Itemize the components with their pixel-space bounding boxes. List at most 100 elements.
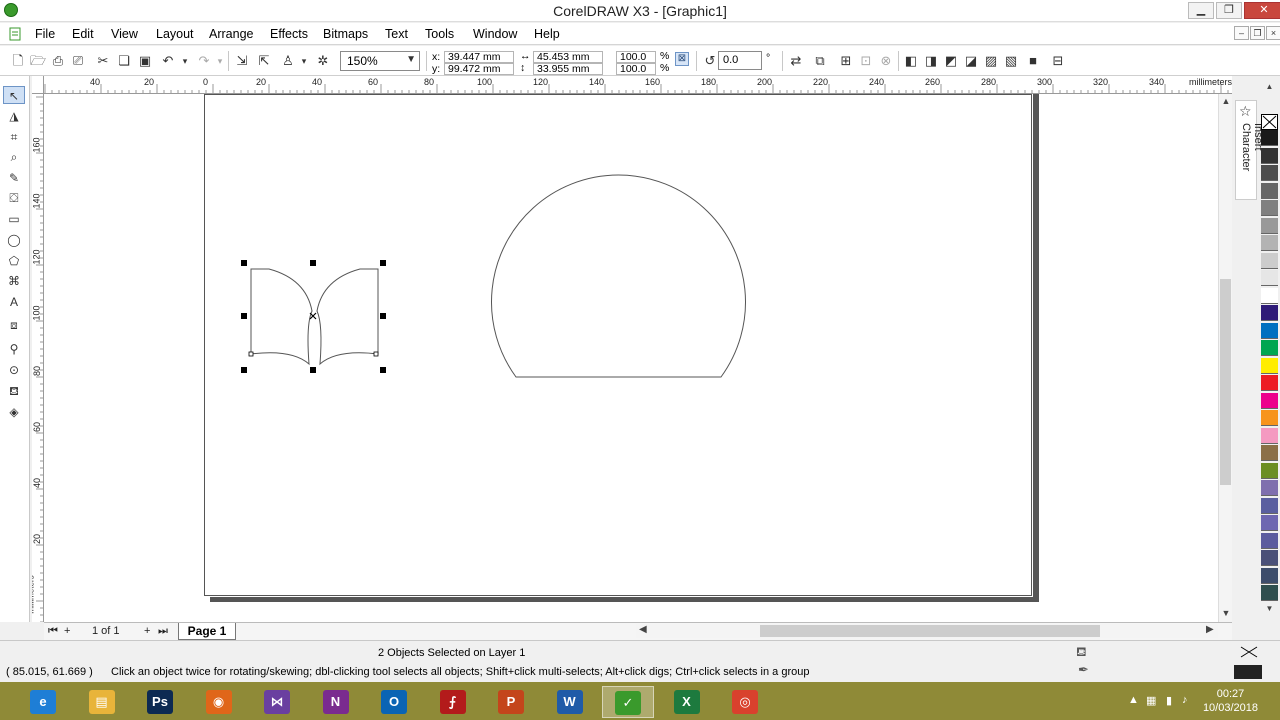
taskbar-acrobat-button[interactable]: ⨍ xyxy=(427,686,479,718)
undo-dropdown-icon[interactable]: ▾ xyxy=(177,53,193,69)
y-position-input[interactable]: 99.472 mm xyxy=(444,63,514,75)
menu-text[interactable]: Text xyxy=(385,27,408,41)
color-swatch[interactable] xyxy=(1261,532,1278,549)
front-minus-back-icon[interactable]: ▨ xyxy=(983,53,999,69)
menu-bitmaps[interactable]: Bitmaps xyxy=(323,27,368,41)
print-icon[interactable]: ⎚ xyxy=(70,53,86,69)
color-swatch[interactable] xyxy=(1261,585,1278,601)
ellipse-tool-icon[interactable]: ◯ xyxy=(3,231,25,249)
horizontal-ruler[interactable]: 40 20 0 20 40 60 80 100 120 140 160 180 … xyxy=(44,76,1232,94)
lock-ratio-icon[interactable]: ⊠ xyxy=(675,52,689,66)
color-swatch[interactable] xyxy=(1261,270,1278,286)
scroll-left-icon[interactable]: ◀ xyxy=(639,624,647,635)
color-swatch[interactable] xyxy=(1261,252,1278,269)
shape-tool-icon[interactable]: ◮ xyxy=(3,107,25,125)
close-button[interactable]: ✕ xyxy=(1244,2,1280,19)
taskbar-coreldraw-button[interactable]: ✓ xyxy=(602,686,654,718)
zoom-level-select[interactable]: 150% ▼ xyxy=(340,51,420,71)
vertical-scroll-thumb[interactable] xyxy=(1220,279,1231,485)
smart-fill-tool-icon[interactable]: ⛋ xyxy=(3,189,25,207)
basic-shapes-tool-icon[interactable]: ⌘ xyxy=(3,272,25,290)
add-page-before-icon[interactable]: + xyxy=(64,625,70,637)
color-swatch[interactable] xyxy=(1261,515,1278,531)
no-color-swatch[interactable] xyxy=(1261,114,1278,130)
menu-effects[interactable]: Effects xyxy=(270,27,308,41)
taskbar-excel-button[interactable]: X xyxy=(661,686,713,718)
menu-layout[interactable]: Layout xyxy=(156,27,194,41)
color-swatch[interactable] xyxy=(1261,375,1278,391)
open-icon[interactable]: 🗁 xyxy=(30,53,46,69)
pick-tool-icon[interactable]: ↖ xyxy=(3,86,25,104)
color-swatch[interactable] xyxy=(1261,130,1278,146)
paste-icon[interactable]: ▣ xyxy=(137,53,153,69)
welcome-screen-icon[interactable]: ✲ xyxy=(315,53,331,69)
show-hidden-icons-icon[interactable]: ▲ xyxy=(1128,694,1139,706)
undo-icon[interactable]: ↶ xyxy=(160,53,176,69)
color-swatch[interactable] xyxy=(1261,217,1278,234)
color-swatch[interactable] xyxy=(1261,357,1278,374)
system-clock[interactable]: 00:27 10/03/2018 xyxy=(1203,687,1258,715)
taskbar-word-button[interactable]: W xyxy=(544,686,596,718)
color-swatch[interactable] xyxy=(1261,235,1278,251)
taskbar-outlook-button[interactable]: O xyxy=(368,686,420,718)
create-boundary-icon[interactable]: ■ xyxy=(1025,53,1041,69)
back-minus-front-icon[interactable]: ▧ xyxy=(1003,53,1019,69)
doc-restore-button[interactable]: ❐ xyxy=(1250,26,1265,40)
freehand-tool-icon[interactable]: ✎ xyxy=(3,169,25,187)
color-swatch[interactable] xyxy=(1261,427,1278,444)
drawing-canvas[interactable] xyxy=(44,94,1218,622)
menu-view[interactable]: View xyxy=(111,27,138,41)
simplify-icon[interactable]: ◪ xyxy=(963,53,979,69)
minimize-button[interactable]: ▁ xyxy=(1188,2,1214,19)
scale-y-input[interactable]: 100.0 xyxy=(616,63,656,75)
intersect-icon[interactable]: ◩ xyxy=(943,53,959,69)
interactive-fill-tool-icon[interactable]: ◈ xyxy=(3,403,25,421)
mirror-icon[interactable]: ⇄ xyxy=(788,53,804,69)
ruler-origin-corner[interactable] xyxy=(32,76,44,94)
fill-bucket-icon[interactable]: ⛾ xyxy=(1076,644,1087,662)
group-icon[interactable]: ⧉ xyxy=(812,53,828,69)
taskbar-explorer-button[interactable]: ▤ xyxy=(76,686,128,718)
launcher-dropdown-icon[interactable]: ▾ xyxy=(296,53,312,69)
scale-x-input[interactable]: 100.0 xyxy=(616,51,656,63)
insert-character-docker-tab[interactable]: ☆ Insert Character xyxy=(1235,100,1264,200)
last-page-icon[interactable]: ⏭ xyxy=(158,625,168,638)
object-width-input[interactable]: 45.453 mm xyxy=(533,51,603,63)
color-swatch[interactable] xyxy=(1261,410,1278,426)
polygon-tool-icon[interactable]: ⬠ xyxy=(3,252,25,270)
signal-icon[interactable]: ▮ xyxy=(1166,694,1172,707)
selection-handles[interactable] xyxy=(241,260,386,373)
color-swatch[interactable] xyxy=(1261,200,1278,216)
import-icon[interactable]: ⇲ xyxy=(234,53,250,69)
taskbar-photoshop-button[interactable]: Ps xyxy=(134,686,186,718)
scroll-right-icon[interactable]: ▶ xyxy=(1206,624,1214,635)
application-launcher-icon[interactable]: ♙ xyxy=(280,53,296,69)
palette-scroll-down-icon[interactable]: ▼ xyxy=(1261,604,1278,614)
color-swatch[interactable] xyxy=(1261,147,1278,164)
outline-tool-icon[interactable]: ⊙ xyxy=(3,361,25,379)
new-document-icon[interactable]: 🗋 xyxy=(10,53,26,69)
taskbar-visual-studio-button[interactable]: ⋈ xyxy=(251,686,303,718)
taskbar-powerpoint-button[interactable]: P xyxy=(485,686,537,718)
text-tool-icon[interactable]: A xyxy=(3,293,25,311)
crop-tool-icon[interactable]: ⌗ xyxy=(3,128,25,146)
ungroup-icon[interactable]: ⊞ xyxy=(838,53,854,69)
arch-shape[interactable] xyxy=(491,174,746,378)
menu-window[interactable]: Window xyxy=(473,27,517,41)
color-swatch[interactable] xyxy=(1261,182,1278,199)
book-shape[interactable] xyxy=(250,268,379,366)
scroll-down-icon[interactable]: ▼ xyxy=(1220,608,1232,620)
restore-button[interactable]: ❐ xyxy=(1216,2,1242,19)
page-tab-page-1[interactable]: Page 1 xyxy=(178,623,236,640)
trim-icon[interactable]: ◨ xyxy=(923,53,939,69)
color-swatch[interactable] xyxy=(1261,567,1278,584)
network-icon[interactable]: ▦ xyxy=(1146,694,1156,707)
rectangle-tool-icon[interactable]: ▭ xyxy=(3,210,25,228)
rotation-angle-input[interactable]: 0.0 xyxy=(718,51,762,70)
menu-help[interactable]: Help xyxy=(534,27,560,41)
color-swatch[interactable] xyxy=(1261,445,1278,461)
color-swatch[interactable] xyxy=(1261,392,1278,409)
to-front-icon[interactable]: ⊟ xyxy=(1050,53,1066,69)
color-swatch[interactable] xyxy=(1261,480,1278,496)
menu-file[interactable]: File xyxy=(35,27,55,41)
